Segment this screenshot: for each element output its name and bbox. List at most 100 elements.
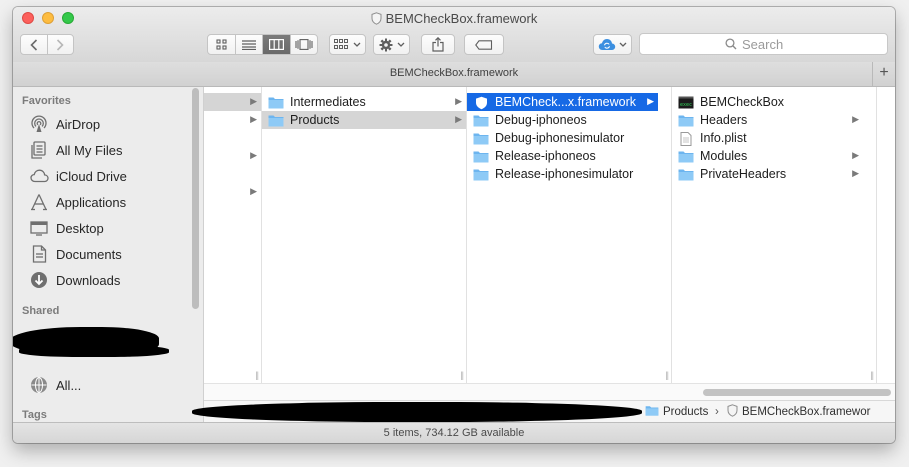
cover-flow-button[interactable] [289, 35, 318, 54]
airdrop-icon [29, 115, 49, 133]
framework-shield-icon [473, 96, 489, 109]
executable-icon: exec [678, 96, 694, 109]
framework-shield-icon [371, 12, 382, 28]
path-separator: › [715, 406, 719, 418]
list-item[interactable]: ▶ [204, 111, 261, 129]
column-4: exec BEMCheckBox Headers ▶ Info.plist Mo… [672, 87, 877, 383]
column-resize-handle[interactable]: || [255, 370, 259, 380]
list-item[interactable]: Headers ▶ [672, 111, 863, 129]
all-files-icon [29, 141, 49, 159]
sidebar-item-downloads[interactable]: Downloads [29, 270, 120, 290]
list-item[interactable]: PrivateHeaders ▶ [672, 165, 863, 183]
list-item[interactable]: ▶ [204, 147, 261, 165]
icloud-sync-button[interactable] [593, 34, 632, 55]
chevron-down-icon [397, 42, 404, 47]
list-item[interactable]: Intermediates ▶ [262, 93, 466, 111]
sidebar-item-label: Applications [56, 194, 127, 210]
folder-icon [473, 168, 489, 181]
cover-flow-icon [295, 39, 313, 50]
redacted-area [192, 402, 642, 422]
new-tab-button[interactable]: + [872, 62, 895, 86]
tab-bar: BEMCheckBox.framework + [13, 62, 895, 87]
column-1: ▶ ▶ ▶ ▶ || [204, 87, 262, 383]
list-item[interactable]: Release-iphonesimulator [467, 165, 658, 183]
tab-title[interactable]: BEMCheckBox.framework [390, 67, 518, 79]
sidebar-item-label: Documents [56, 246, 122, 262]
icon-view-button[interactable] [208, 35, 235, 54]
search-input[interactable] [737, 36, 802, 52]
folder-icon [473, 114, 489, 127]
action-button[interactable] [373, 34, 410, 55]
sidebar-item-airdrop[interactable]: AirDrop [29, 114, 100, 134]
path-item-framework[interactable]: BEMCheckBox.framewor [727, 401, 870, 423]
list-item[interactable]: Release-iphoneos [467, 147, 658, 165]
folder-icon [473, 150, 489, 163]
column-3: BEMCheck...x.framework ▶ Debug-iphoneos … [467, 87, 672, 383]
chevron-right-icon [57, 38, 64, 51]
list-item[interactable]: Debug-iphonesimulator [467, 129, 658, 147]
list-item-label: BEMCheck...x.framework [495, 95, 637, 109]
desktop-icon [29, 219, 49, 237]
path-bar: Products › BEMCheckBox.framewor [192, 400, 895, 423]
list-item-label: Debug-iphonesimulator [495, 131, 625, 145]
folder-icon [678, 150, 694, 163]
tag-button[interactable] [464, 34, 504, 55]
list-item-label: Headers [700, 113, 748, 127]
arrange-grid-icon [334, 39, 348, 49]
list-item[interactable]: Debug-iphoneos [467, 111, 658, 129]
applications-icon [29, 193, 49, 211]
sidebar-scrollbar[interactable] [192, 88, 199, 309]
plist-file-icon [678, 131, 694, 146]
search-field[interactable] [639, 33, 888, 55]
sidebar-item-applications[interactable]: Applications [29, 192, 126, 212]
column-view-icon [268, 39, 284, 50]
list-item[interactable]: Info.plist [672, 129, 863, 147]
sidebar-shared-heading: Shared [22, 305, 60, 317]
column-view-button[interactable] [262, 35, 290, 54]
back-forward-control [20, 34, 74, 55]
window-title-text: BEMCheckBox.framework [385, 11, 538, 26]
list-view-button[interactable] [234, 35, 263, 54]
sidebar-item-desktop[interactable]: Desktop [29, 218, 104, 238]
path-item-label: Products [663, 406, 709, 418]
tag-icon [475, 39, 493, 50]
toolbar: BEMCheckBox.framework [13, 7, 895, 63]
back-button[interactable] [21, 35, 47, 54]
list-item[interactable]: Products ▶ [262, 111, 466, 129]
share-icon [432, 37, 444, 52]
column-resize-handle[interactable]: || [870, 370, 874, 380]
status-bar: 5 items, 734.12 GB available [13, 422, 895, 443]
list-item-label: BEMCheckBox [700, 95, 785, 109]
forward-button[interactable] [46, 35, 74, 54]
sidebar-item-documents[interactable]: Documents [29, 244, 122, 264]
sidebar-item-icloud-drive[interactable]: iCloud Drive [29, 166, 127, 186]
folder-icon [268, 114, 284, 127]
list-item-label: Info.plist [700, 131, 747, 145]
finder-window: BEMCheckBox.framework Search BEMCheckBox… [13, 7, 895, 443]
list-item[interactable]: ▶ [204, 183, 261, 201]
path-item-products[interactable]: Products [645, 401, 708, 423]
folder-icon [645, 405, 659, 419]
list-item-label: Debug-iphoneos [495, 113, 587, 127]
path-item-label: BEMCheckBox.framewor [742, 406, 871, 418]
column-resize-handle[interactable]: || [460, 370, 464, 380]
share-button[interactable] [421, 34, 455, 55]
sidebar-item-all-shared[interactable]: All... [29, 375, 81, 395]
column-resize-handle[interactable]: || [665, 370, 669, 380]
list-item[interactable]: BEMCheck...x.framework ▶ [467, 93, 658, 111]
cloud-sync-icon [598, 39, 616, 50]
sidebar-item-label: Desktop [56, 220, 104, 236]
list-item[interactable]: Modules ▶ [672, 147, 863, 165]
sidebar-item-all-my-files[interactable]: All My Files [29, 140, 122, 160]
list-item-label: Release-iphonesimulator [495, 167, 634, 181]
list-item-label: Release-iphoneos [495, 149, 596, 163]
list-item[interactable]: exec BEMCheckBox [672, 93, 863, 111]
arrange-button[interactable] [329, 34, 366, 55]
horizontal-scroll-thumb[interactable] [703, 389, 891, 396]
sidebar-item-label: AirDrop [56, 116, 101, 132]
search-icon [725, 38, 737, 50]
folder-icon [473, 132, 489, 145]
list-item[interactable]: ▶ [204, 93, 261, 111]
chevron-down-icon [619, 42, 627, 47]
sidebar-item-label: iCloud Drive [56, 168, 127, 184]
